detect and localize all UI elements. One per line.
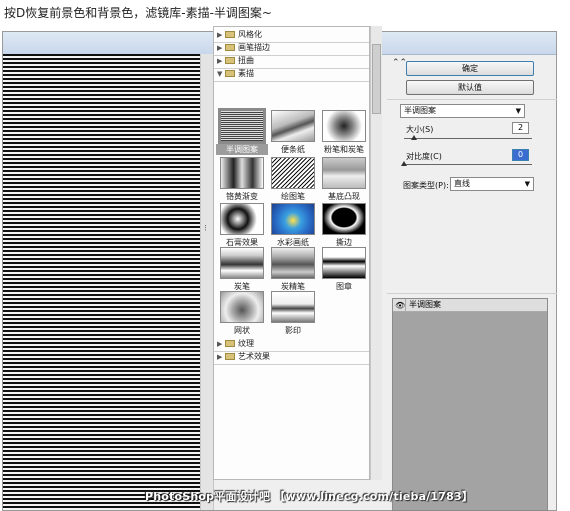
watermark: PhotoShop平面设计吧 【www.linecg.com/tieba/178… xyxy=(145,490,474,503)
caption: 按D恢复前景色和背景色，滤镜库-素描-半调图案~ xyxy=(4,6,272,20)
divider xyxy=(387,99,557,100)
ok-button[interactable]: 确定 xyxy=(406,61,534,76)
expand-right-icon[interactable]: ▶ xyxy=(217,42,225,54)
chevron-down-icon: ▼ xyxy=(515,107,521,115)
pattern-type-label: 图案类型(P): xyxy=(403,181,449,190)
pattern-type-value: 直线 xyxy=(454,179,470,188)
filter-gallery-list: ▶ 风格化 ▶ 画笔描边 ▶ 扭曲 ▼ 素描 半调图案 便条纸 粉笔和炭笔 铬黄渐变 绘图笔 基底凸现 石膏… xyxy=(213,26,370,480)
filter-label[interactable]: 便条纸 xyxy=(267,144,319,155)
filter-thumbnail[interactable] xyxy=(322,203,366,235)
scrollbar-thumb[interactable] xyxy=(372,44,381,114)
filter-label[interactable]: 铬黄渐变 xyxy=(216,191,268,202)
filter-thumbnail[interactable] xyxy=(322,247,366,279)
filter-thumbnail[interactable] xyxy=(271,291,315,323)
effect-layers-panel: 👁 半调图案 xyxy=(392,298,548,511)
default-button[interactable]: 默认值 xyxy=(406,80,534,95)
filter-folder-0[interactable]: ▶ 风格化 xyxy=(217,29,365,41)
expand-down-icon[interactable]: ▼ xyxy=(217,68,225,80)
filter-label[interactable]: 半调图案 xyxy=(216,144,268,155)
filter-folder-2[interactable]: ▶ 扭曲 xyxy=(217,55,365,67)
filter-thumbnail[interactable] xyxy=(322,157,366,189)
filter-folder-1[interactable]: ▶ 画笔描边 xyxy=(217,42,365,54)
contrast-label: 对比度(C) xyxy=(406,152,442,161)
filter-thumbnail[interactable] xyxy=(271,157,315,189)
filter-thumbnail[interactable] xyxy=(220,291,264,323)
folder-icon xyxy=(225,44,235,51)
size-label: 大小(S) xyxy=(406,125,434,134)
filter-folder-3[interactable]: ▼ 素描 xyxy=(217,68,365,80)
filter-thumbnail[interactable] xyxy=(271,203,315,235)
expand-right-icon[interactable]: ▶ xyxy=(217,338,225,350)
divider xyxy=(214,364,369,365)
filter-thumbnail[interactable] xyxy=(218,108,266,144)
filter-thumbnail[interactable] xyxy=(220,203,264,235)
preview-canvas xyxy=(3,54,200,510)
filter-label[interactable]: 网状 xyxy=(216,325,268,336)
folder-label: 画笔描边 xyxy=(238,43,270,52)
size-field[interactable]: 2 xyxy=(512,122,529,134)
pattern-type-select[interactable]: 直线 ▼ xyxy=(450,177,534,191)
filter-thumbnail[interactable] xyxy=(322,110,366,142)
eye-icon[interactable]: 👁 xyxy=(395,300,405,312)
size-slider-handle[interactable] xyxy=(411,135,418,140)
filter-thumbnail[interactable] xyxy=(220,247,264,279)
layer-divider xyxy=(405,299,406,311)
folder-label: 风格化 xyxy=(238,30,262,39)
filter-label[interactable]: 绘图笔 xyxy=(267,191,319,202)
folder-label: 纹理 xyxy=(238,339,254,348)
contrast-slider-handle[interactable] xyxy=(401,161,407,166)
effect-layer-name: 半调图案 xyxy=(409,300,441,309)
filter-label[interactable]: 基底凸现 xyxy=(318,191,369,202)
filter-select[interactable]: 半调图案 ▼ xyxy=(400,104,525,118)
folder-label: 素描 xyxy=(238,69,254,78)
expand-right-icon[interactable]: ▶ xyxy=(217,351,225,363)
contrast-field[interactable]: 0 xyxy=(512,149,529,161)
splitter-grip-icon: ⁝ xyxy=(204,224,207,234)
folder-icon xyxy=(225,70,235,77)
filter-label[interactable]: 影印 xyxy=(267,325,319,336)
panel-splitter[interactable]: ⁝ xyxy=(200,54,214,510)
folder-icon xyxy=(225,340,235,347)
effect-layer-row[interactable]: 👁 半调图案 xyxy=(393,299,547,312)
filter-label[interactable]: 图章 xyxy=(318,281,369,292)
folder-icon xyxy=(225,31,235,38)
folder-icon xyxy=(225,57,235,64)
folder-label: 艺术效果 xyxy=(238,352,270,361)
filter-folder-4[interactable]: ▶ 纹理 xyxy=(217,338,365,350)
expand-right-icon[interactable]: ▶ xyxy=(217,55,225,67)
folder-label: 扭曲 xyxy=(238,56,254,65)
divider xyxy=(214,81,369,82)
contrast-slider[interactable] xyxy=(401,161,532,166)
folder-icon xyxy=(225,353,235,360)
collapse-gallery-icon[interactable]: ⌃⌃ xyxy=(392,58,407,68)
filter-folder-5[interactable]: ▶ 艺术效果 xyxy=(217,351,365,363)
divider xyxy=(387,293,557,294)
filter-thumbnail[interactable] xyxy=(220,157,264,189)
expand-right-icon[interactable]: ▶ xyxy=(217,29,225,41)
size-slider[interactable] xyxy=(404,135,532,140)
filter-select-value: 半调图案 xyxy=(404,106,436,115)
filter-thumbnail[interactable] xyxy=(271,110,315,142)
chevron-down-icon: ▼ xyxy=(524,180,530,188)
filter-thumbnail[interactable] xyxy=(271,247,315,279)
filter-label[interactable]: 粉笔和炭笔 xyxy=(318,144,369,155)
gallery-scrollbar[interactable] xyxy=(370,26,382,480)
